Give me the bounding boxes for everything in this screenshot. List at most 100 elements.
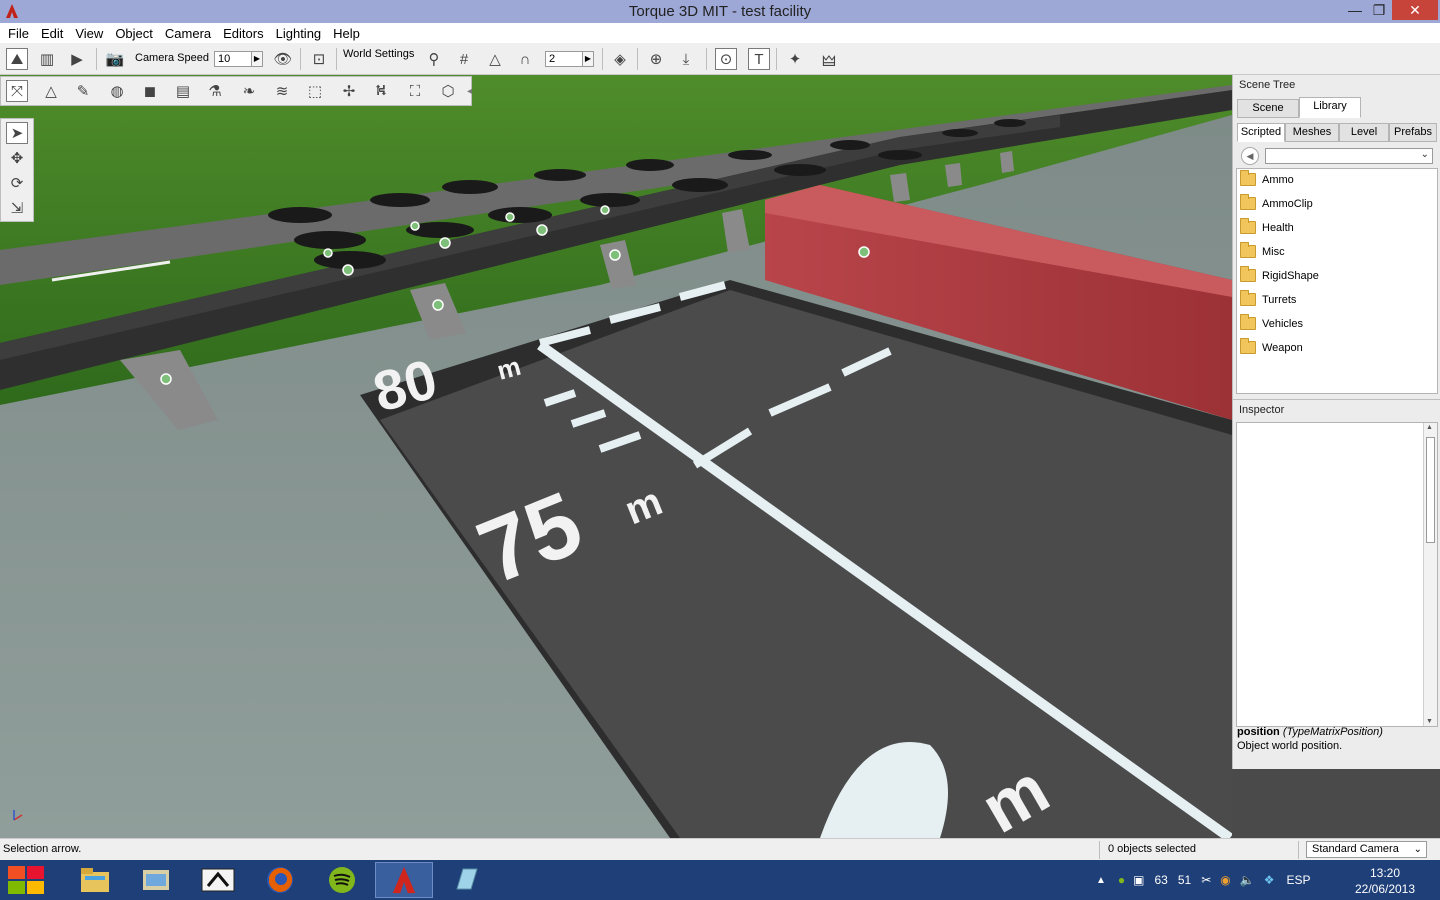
tray-avast-icon[interactable]: ◉: [1220, 873, 1230, 887]
tab-scene[interactable]: Scene: [1237, 99, 1299, 118]
close-button[interactable]: ✕: [1392, 0, 1438, 20]
list-item[interactable]: Ammo: [1237, 169, 1437, 193]
road-icon[interactable]: ⛕: [370, 80, 392, 102]
menu-view[interactable]: View: [69, 26, 109, 41]
light-icon[interactable]: ✦: [784, 48, 806, 70]
decal-icon[interactable]: ✢: [338, 80, 360, 102]
forest-icon[interactable]: ❧: [238, 80, 260, 102]
menu-help[interactable]: Help: [327, 26, 366, 41]
rotate-snap-icon[interactable]: ◈: [609, 48, 631, 70]
list-item[interactable]: Health: [1237, 217, 1437, 241]
app-launcher-icon[interactable]: [189, 862, 247, 898]
scene-tree-title: Scene Tree: [1239, 79, 1296, 91]
navmesh-icon[interactable]: ⛶: [404, 80, 426, 102]
wings-icon[interactable]: 🜲: [814, 48, 844, 70]
menu-object[interactable]: Object: [109, 26, 159, 41]
control-panel-icon[interactable]: [127, 862, 185, 898]
tray-spotify-icon[interactable]: ●: [1118, 873, 1125, 887]
terrain-painter-icon[interactable]: ✎: [72, 80, 94, 102]
tab-level[interactable]: Level: [1339, 123, 1389, 142]
terrain-editor-icon[interactable]: △: [40, 80, 62, 102]
scrollbar-thumb[interactable]: [1426, 437, 1435, 543]
torque-taskbar-icon[interactable]: [375, 862, 433, 898]
list-item[interactable]: RigidShape: [1237, 265, 1437, 289]
firefox-icon[interactable]: [251, 862, 309, 898]
inspector-scrollbar[interactable]: ▲ ▼: [1423, 423, 1437, 726]
scroll-up-icon[interactable]: ▲: [1426, 424, 1433, 431]
folder-icon: [1240, 314, 1256, 330]
magnet-icon[interactable]: ∩: [514, 48, 536, 70]
camera-mode-select[interactable]: Standard Camera ⌄: [1306, 841, 1427, 858]
toolbar-grip-icon[interactable]: ◂: [467, 86, 472, 97]
snap-terrain-icon[interactable]: ⚲: [423, 48, 445, 70]
menu-lighting[interactable]: Lighting: [270, 26, 328, 41]
maximize-button[interactable]: ❐: [1364, 0, 1394, 20]
move-icon[interactable]: ✥: [6, 147, 28, 169]
snap-size-input[interactable]: 2: [545, 51, 583, 67]
shape-icon[interactable]: ◼: [139, 80, 161, 102]
status-bar: Selection arrow. 0 objects selected Stan…: [0, 838, 1440, 860]
tab-scripted[interactable]: Scripted: [1237, 123, 1285, 142]
spotify-icon[interactable]: [313, 862, 371, 898]
list-item[interactable]: AmmoClip: [1237, 193, 1437, 217]
inspector-fields[interactable]: ▲ ▼: [1236, 422, 1438, 727]
convex-icon[interactable]: ⬡: [437, 80, 459, 102]
camera-speed-input[interactable]: 10: [214, 51, 252, 67]
field-type: (TypeMatrixPosition): [1282, 726, 1383, 738]
scene-tree-panel: Scene Tree Scene Library Scripted Meshes…: [1232, 75, 1440, 399]
particle-icon[interactable]: ⚗: [204, 80, 226, 102]
back-icon[interactable]: ◀: [1241, 147, 1259, 165]
list-item[interactable]: Vehicles: [1237, 313, 1437, 337]
list-item[interactable]: Weapon: [1237, 337, 1437, 361]
menu-camera[interactable]: Camera: [159, 26, 217, 41]
status-separator: [1298, 841, 1299, 859]
text-icon[interactable]: T: [748, 48, 770, 70]
world-editor-icon[interactable]: ⛰: [6, 48, 28, 70]
snap-size-arrow-icon[interactable]: ▶: [582, 51, 594, 67]
rotate-icon[interactable]: ⟳: [6, 172, 28, 194]
menu-edit[interactable]: Edit: [35, 26, 69, 41]
camera-speed-arrow-icon[interactable]: ▶: [251, 51, 263, 67]
menu-editors[interactable]: Editors: [217, 26, 269, 41]
mesh-road-icon[interactable]: ⬚: [304, 80, 326, 102]
select-box-icon[interactable]: ⊙: [715, 48, 737, 70]
visibility-icon[interactable]: 👁: [272, 48, 294, 70]
datablock-icon[interactable]: ▤: [172, 80, 194, 102]
camera-icon[interactable]: 📷: [104, 48, 126, 70]
tray-monitor-icon[interactable]: ▣: [1133, 873, 1144, 887]
notepad-icon[interactable]: [437, 862, 495, 898]
tab-meshes[interactable]: Meshes: [1285, 123, 1339, 142]
tray-expand-icon[interactable]: ▲: [1096, 875, 1106, 886]
list-item[interactable]: Misc: [1237, 241, 1437, 265]
selection-arrow-icon[interactable]: ➤: [6, 122, 28, 144]
grid-snap-icon[interactable]: #: [453, 48, 475, 70]
sky-icon[interactable]: ◍: [106, 80, 128, 102]
menu-file[interactable]: File: [2, 26, 35, 41]
windows-start-icon[interactable]: [6, 864, 46, 896]
play-icon[interactable]: ▶: [66, 48, 88, 70]
chevron-down-icon: ⌄: [1413, 844, 1422, 855]
list-item[interactable]: Turrets: [1237, 289, 1437, 313]
camera-speed-label: Camera Speed: [135, 52, 209, 64]
file-explorer-icon[interactable]: [66, 862, 124, 898]
empty-panel-area: [1232, 769, 1440, 838]
tray-dropbox-icon[interactable]: ❖: [1264, 873, 1275, 887]
object-editor-icon[interactable]: ⤧: [6, 80, 28, 102]
library-path-select[interactable]: ⌄: [1265, 148, 1433, 164]
language-indicator[interactable]: ESP: [1286, 873, 1310, 887]
gui-editor-icon[interactable]: ▥: [36, 48, 58, 70]
world-settings-label[interactable]: World Settings: [343, 48, 414, 60]
tray-tools-icon[interactable]: ✂: [1201, 873, 1211, 887]
3d-viewport[interactable]: 80 m 75 m m: [0, 75, 1232, 838]
scroll-down-icon[interactable]: ▼: [1426, 718, 1433, 725]
river-icon[interactable]: ≋: [271, 80, 293, 102]
clock[interactable]: 13:20 22/06/2013: [1352, 865, 1418, 897]
tab-library[interactable]: Library: [1299, 97, 1361, 118]
tab-prefabs[interactable]: Prefabs: [1389, 123, 1437, 142]
scale-icon[interactable]: ⇲: [6, 197, 28, 219]
object-center-icon[interactable]: ⊕: [645, 48, 667, 70]
bounds-snap-icon[interactable]: △: [484, 48, 506, 70]
drop-at-icon[interactable]: ⤓: [675, 48, 697, 70]
volume-icon[interactable]: 🔈: [1240, 873, 1255, 887]
fit-view-icon[interactable]: ⊡: [308, 48, 330, 70]
